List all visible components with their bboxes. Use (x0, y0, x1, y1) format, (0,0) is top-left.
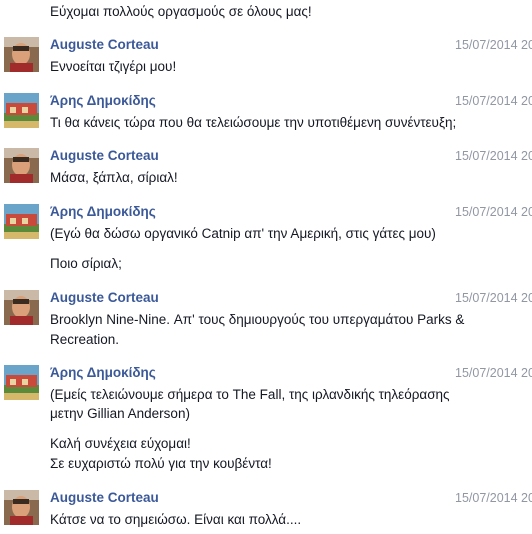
message-text: Εύχομαι πολλούς οργασμούς σε όλους μας! (50, 4, 312, 19)
message-author[interactable]: Άρης Δημοκίδης (50, 93, 156, 108)
message-text: Brooklyn Nine-Nine. Απ' τους δημιουργούς… (50, 312, 465, 327)
message-timestamp: 15/07/2014 20 (455, 94, 532, 108)
avatar[interactable] (4, 37, 39, 72)
message-text: Κάτσε να το σημειώσω. Είναι και πολλά...… (50, 512, 302, 527)
message-author[interactable]: Auguste Corteau (50, 37, 159, 52)
avatar[interactable] (4, 148, 39, 183)
avatar[interactable] (4, 290, 39, 325)
avatar[interactable] (4, 204, 39, 239)
message-author[interactable]: Auguste Corteau (50, 490, 159, 505)
avatar[interactable] (4, 365, 39, 400)
message-timestamp: 15/07/2014 20 (455, 38, 532, 52)
avatar[interactable] (4, 490, 39, 525)
message-text: μετην Gillian Anderson) (50, 406, 190, 421)
message-author[interactable]: Άρης Δημοκίδης (50, 204, 156, 219)
message-text: Ποιο σίριαλ; (50, 256, 122, 271)
message-author[interactable]: Auguste Corteau (50, 148, 159, 163)
message-text: Τι θα κάνεις τώρα που θα τελειώσουμε την… (50, 115, 457, 130)
avatar[interactable] (4, 93, 39, 128)
message-author[interactable]: Άρης Δημοκίδης (50, 365, 156, 380)
message-text: (Εμείς τελειώνουμε σήμερα το The Fall, τ… (50, 387, 450, 402)
message-timestamp: 15/07/2014 20 (455, 491, 532, 505)
message-timestamp: 15/07/2014 20 (455, 149, 532, 163)
message-timestamp: 15/07/2014 20 (455, 205, 532, 219)
message-text: Σε ευχαριστώ πολύ για την κουβέντα! (50, 456, 272, 471)
message-timestamp: 15/07/2014 20 (455, 291, 532, 305)
message-author[interactable]: Auguste Corteau (50, 290, 159, 305)
message-text: Καλή συνέχεια εύχομαι! (50, 436, 191, 451)
message-text: Recreation. (50, 332, 120, 347)
message-text: Εννοείται τζιγέρι μου! (50, 59, 177, 74)
message-timestamp: 15/07/2014 20 (455, 366, 532, 380)
message-text: Μάσα, ξάπλα, σίριαλ! (50, 170, 178, 185)
message-text: (Εγώ θα δώσω οργανικό Catnip απ' την Αμε… (50, 226, 436, 241)
